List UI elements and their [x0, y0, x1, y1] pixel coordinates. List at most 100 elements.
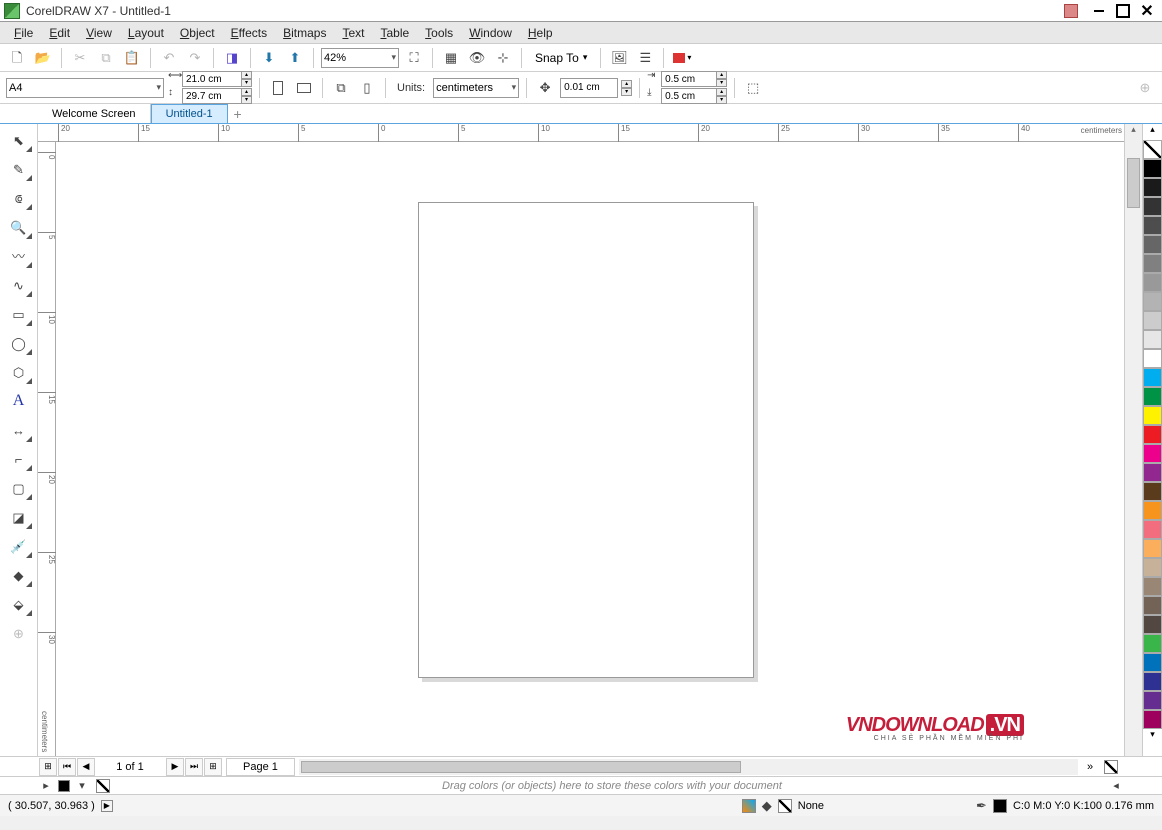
- color-swatch[interactable]: [1143, 387, 1162, 406]
- nudge-spinner[interactable]: ▴▾: [621, 80, 632, 96]
- color-swatch[interactable]: [1143, 672, 1162, 691]
- dup-x-input[interactable]: 0.5 cm: [661, 71, 717, 87]
- color-swatch[interactable]: [1143, 178, 1162, 197]
- vertical-scrollbar[interactable]: ▴: [1124, 124, 1142, 756]
- close-button[interactable]: ✕: [1136, 3, 1158, 19]
- next-page-button[interactable]: ▶: [166, 758, 184, 776]
- add-button[interactable]: ⊕: [1134, 77, 1156, 99]
- connector-tool[interactable]: ⌐: [4, 445, 34, 473]
- show-grid-button[interactable]: 👁: [466, 47, 488, 69]
- menu-layout[interactable]: Layout: [120, 24, 172, 42]
- color-swatch[interactable]: [1143, 463, 1162, 482]
- color-swatch[interactable]: [1143, 482, 1162, 501]
- color-swatch[interactable]: [1143, 710, 1162, 729]
- new-tab-button[interactable]: +: [228, 104, 248, 123]
- dupx-spinner[interactable]: ▴▾: [716, 71, 727, 87]
- no-color-swatch[interactable]: [1143, 140, 1162, 159]
- pick-tool[interactable]: ⬉: [4, 126, 34, 154]
- show-guidelines-button[interactable]: ⊹: [492, 47, 514, 69]
- menu-window[interactable]: Window: [461, 24, 520, 42]
- shape-tool[interactable]: ✎: [4, 155, 34, 183]
- colorbar-nofill-swatch[interactable]: [96, 779, 110, 793]
- search-content-button[interactable]: ◨: [221, 47, 243, 69]
- quick-customize[interactable]: ⊕: [4, 619, 34, 647]
- color-swatch[interactable]: [1143, 558, 1162, 577]
- menu-text[interactable]: Text: [334, 24, 372, 42]
- polygon-tool[interactable]: ⬡: [4, 358, 34, 386]
- dup-y-input[interactable]: 0.5 cm: [661, 88, 717, 104]
- redo-button[interactable]: ↷: [184, 47, 206, 69]
- colorbar-left-arrow[interactable]: ▸: [38, 779, 54, 792]
- landscape-button[interactable]: [293, 77, 315, 99]
- menu-bitmaps[interactable]: Bitmaps: [275, 24, 334, 42]
- color-swatch[interactable]: [1143, 216, 1162, 235]
- parallel-dim-tool[interactable]: ↔: [4, 416, 34, 444]
- treat-as-filled-button[interactable]: ⬚: [742, 77, 764, 99]
- options-button[interactable]: 🖼: [608, 47, 630, 69]
- show-rulers-button[interactable]: ▦: [440, 47, 462, 69]
- minimize-button[interactable]: [1088, 3, 1110, 19]
- import-button[interactable]: ⬇: [258, 47, 280, 69]
- menu-file[interactable]: File: [6, 24, 41, 42]
- zoom-tool[interactable]: 🔍: [4, 213, 34, 241]
- paste-button[interactable]: 📋: [121, 47, 143, 69]
- cut-button[interactable]: ✂: [69, 47, 91, 69]
- fill-dropdown[interactable]: ▾: [671, 47, 693, 69]
- portrait-button[interactable]: [267, 77, 289, 99]
- color-swatch[interactable]: [1143, 501, 1162, 520]
- fullscreen-button[interactable]: ⛶: [403, 47, 425, 69]
- color-swatch[interactable]: [1143, 634, 1162, 653]
- tab-untitled-1[interactable]: Untitled-1: [151, 104, 228, 123]
- color-swatch[interactable]: [1143, 368, 1162, 387]
- export-button[interactable]: ⬆: [284, 47, 306, 69]
- color-swatch[interactable]: [1143, 406, 1162, 425]
- smart-fill-tool[interactable]: ⬙: [4, 590, 34, 618]
- page-1-tab[interactable]: Page 1: [226, 758, 295, 776]
- maximize-button[interactable]: [1112, 3, 1134, 19]
- color-swatch[interactable]: [1143, 311, 1162, 330]
- menu-tools[interactable]: Tools: [417, 24, 461, 42]
- color-swatch[interactable]: [1143, 159, 1162, 178]
- freehand-tool[interactable]: 〰: [4, 242, 34, 270]
- color-swatch[interactable]: [1143, 539, 1162, 558]
- drop-shadow-tool[interactable]: ▢: [4, 474, 34, 502]
- transparency-tool[interactable]: ◪: [4, 503, 34, 531]
- page-width-input[interactable]: 21.0 cm: [182, 71, 242, 87]
- all-pages-button[interactable]: ⧉: [330, 77, 352, 99]
- interactive-fill-tool[interactable]: ◆: [4, 561, 34, 589]
- menu-help[interactable]: Help: [520, 24, 561, 42]
- new-button[interactable]: 🗋: [6, 47, 28, 69]
- play-icon[interactable]: ▶: [101, 800, 113, 812]
- color-swatch[interactable]: [1143, 425, 1162, 444]
- page-canvas[interactable]: [418, 202, 754, 678]
- copy-button[interactable]: ⧉: [95, 47, 117, 69]
- zoom-combo[interactable]: 42%▾: [321, 48, 399, 68]
- add-page-after-button[interactable]: ⊞: [204, 758, 222, 776]
- horizontal-scrollbar[interactable]: [299, 759, 1078, 775]
- color-swatch[interactable]: [1143, 653, 1162, 672]
- color-swatch[interactable]: [1143, 235, 1162, 254]
- dupy-spinner[interactable]: ▴▾: [716, 88, 727, 104]
- color-swatch[interactable]: [1143, 691, 1162, 710]
- color-swatch[interactable]: [1143, 520, 1162, 539]
- color-swatch[interactable]: [1143, 197, 1162, 216]
- menu-table[interactable]: Table: [372, 24, 417, 42]
- add-page-before-button[interactable]: ⊞: [39, 758, 57, 776]
- menu-view[interactable]: View: [78, 24, 120, 42]
- tab-welcome[interactable]: Welcome Screen: [38, 104, 151, 123]
- colorbar-right-arrow[interactable]: ◂: [1108, 779, 1124, 792]
- rectangle-tool[interactable]: ▭: [4, 300, 34, 328]
- undo-button[interactable]: ↶: [158, 47, 180, 69]
- color-swatch[interactable]: [1143, 254, 1162, 273]
- color-eyedropper-tool[interactable]: 💉: [4, 532, 34, 560]
- app-launcher-button[interactable]: ☰: [634, 47, 656, 69]
- page-height-input[interactable]: 29.7 cm: [182, 88, 242, 104]
- color-proof-icon[interactable]: [742, 799, 756, 813]
- last-page-button[interactable]: ⏭: [185, 758, 203, 776]
- color-swatch[interactable]: [1143, 596, 1162, 615]
- user-icon[interactable]: [1064, 4, 1078, 18]
- color-swatch[interactable]: [1143, 330, 1162, 349]
- menu-effects[interactable]: Effects: [223, 24, 275, 42]
- color-swatch[interactable]: [1143, 444, 1162, 463]
- menu-edit[interactable]: Edit: [41, 24, 78, 42]
